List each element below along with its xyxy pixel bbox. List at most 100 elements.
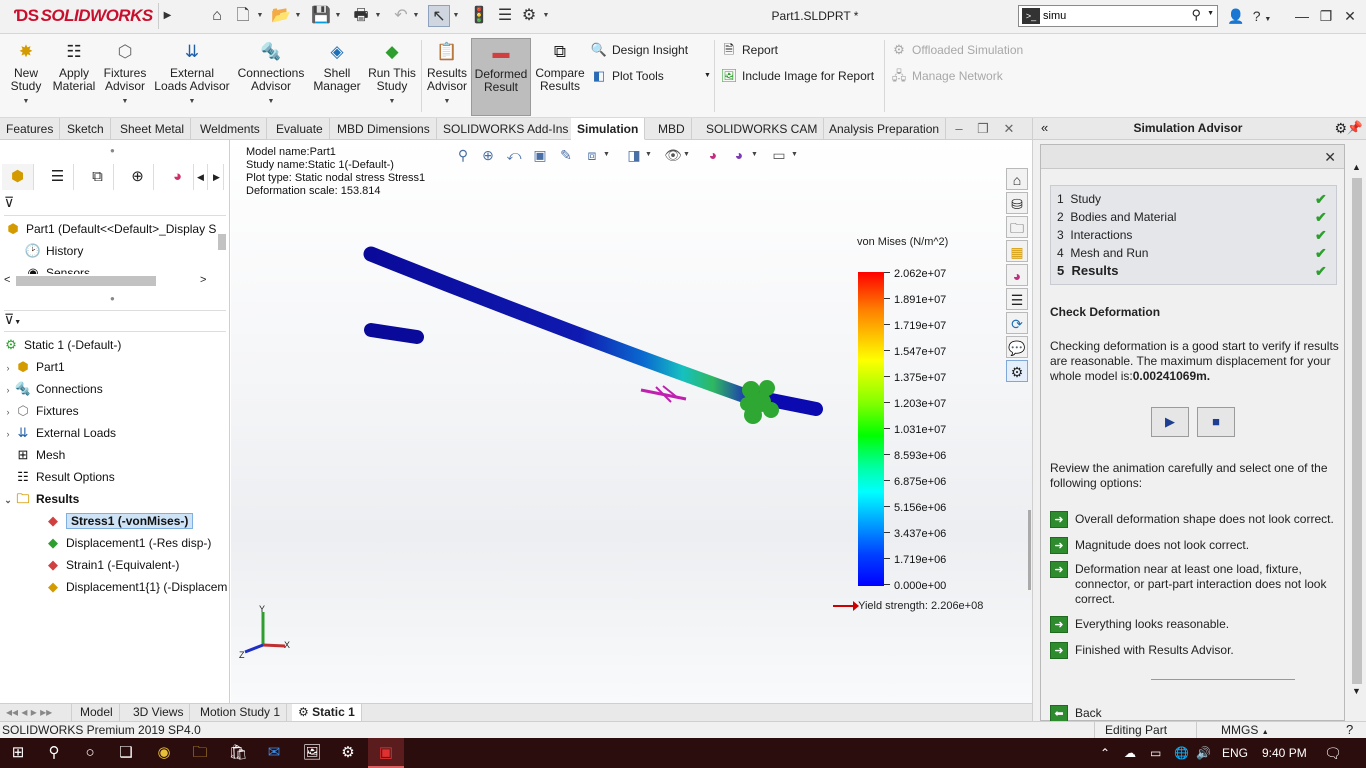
- step-study[interactable]: 1 Study ✔: [1057, 190, 1331, 208]
- advisor-scrollbar[interactable]: ▲ ▼: [1350, 162, 1364, 718]
- file-explorer-icon[interactable]: 🗀: [1006, 216, 1028, 238]
- results-advisor-button[interactable]: 📋 Results Advisor ▼: [424, 38, 470, 116]
- new-study-dropdown-icon[interactable]: ▼: [6, 95, 46, 108]
- external-loads-dropdown-icon[interactable]: ▼: [152, 95, 232, 108]
- tree-mesh[interactable]: ⊞ Mesh: [2, 444, 66, 466]
- cortana-icon[interactable]: ○: [72, 738, 108, 768]
- tab-solidworks-cam[interactable]: SOLIDWORKS CAM: [700, 118, 825, 140]
- design-library-icon[interactable]: ⛁: [1006, 192, 1028, 214]
- filter-icon[interactable]: ⊽: [4, 194, 14, 210]
- options-gear-icon[interactable]: ⚙: [518, 5, 540, 27]
- solidworks-logo[interactable]: ƊS SOLIDWORKS: [14, 6, 153, 26]
- windows-start-icon[interactable]: ⊞: [0, 738, 36, 768]
- file-properties-icon[interactable]: ☰: [494, 5, 516, 27]
- select-arrow-icon[interactable]: ↖: [428, 5, 450, 27]
- search-icon[interactable]: ⚲: [1191, 7, 1201, 23]
- feature-manager-tab-icon[interactable]: ⬢: [2, 164, 34, 190]
- search-dropdown-icon[interactable]: ▼: [1207, 10, 1214, 17]
- dimxpert-tab-icon[interactable]: ⊕: [122, 164, 154, 190]
- close-icon[interactable]: ✕: [1338, 5, 1362, 27]
- tree-scrollbar-thumb[interactable]: [218, 234, 226, 250]
- task-view-icon[interactable]: ❑: [108, 738, 144, 768]
- tree-stress1[interactable]: ◆ Stress1 (-vonMises-): [44, 510, 194, 532]
- tab-evaluate[interactable]: Evaluate: [270, 118, 330, 140]
- doc-restore-icon[interactable]: ❐: [972, 118, 994, 140]
- customize-icon[interactable]: ?: [1346, 722, 1353, 738]
- offloaded-simulation-button[interactable]: ⚙ Offloaded Simulation: [890, 40, 1023, 60]
- step-results[interactable]: 5 Results ✔: [1057, 262, 1331, 280]
- advisor-scroll-thumb[interactable]: [1352, 178, 1362, 684]
- open-folder-icon[interactable]: 📂: [270, 5, 292, 27]
- expand-icon[interactable]: ›: [2, 423, 14, 445]
- minimize-icon[interactable]: —: [1290, 5, 1314, 27]
- steam-icon[interactable]: ⚙: [330, 738, 366, 768]
- advisor-close-icon[interactable]: ✕: [1324, 149, 1336, 166]
- help-dropdown-icon[interactable]: ▼: [1264, 16, 1271, 23]
- network-icon[interactable]: 🌐: [1174, 738, 1189, 768]
- search-box[interactable]: >_ ⚲ ▼: [1018, 5, 1218, 27]
- new-document-icon[interactable]: 🗋: [232, 5, 254, 27]
- tab-static-1[interactable]: ⚙ Static 1: [292, 704, 362, 722]
- manage-network-button[interactable]: 🖧 Manage Network: [890, 66, 1003, 86]
- scroll-right-icon[interactable]: >: [200, 274, 206, 286]
- store-icon[interactable]: 🛍: [220, 738, 256, 768]
- shell-manager-button[interactable]: ◈ Shell Manager: [312, 38, 362, 116]
- play-animation-button[interactable]: ▶: [1151, 407, 1189, 437]
- chrome-icon[interactable]: ◉: [146, 738, 182, 768]
- tree-hscrollbar[interactable]: < >: [0, 272, 214, 290]
- tab-sheet-metal[interactable]: Sheet Metal: [114, 118, 192, 140]
- search-icon[interactable]: ⚲: [36, 738, 72, 768]
- undo-dropdown-icon[interactable]: ▼: [412, 5, 420, 27]
- run-study-dropdown-icon[interactable]: ▼: [366, 95, 418, 108]
- notifications-icon[interactable]: 🗨: [1324, 738, 1342, 768]
- new-dropdown-icon[interactable]: ▼: [256, 5, 264, 27]
- design-insight-button[interactable]: 🔍 Design Insight: [590, 40, 688, 60]
- resources-home-icon[interactable]: ⌂: [1006, 168, 1028, 190]
- show-hidden-icons[interactable]: ⌃: [1100, 738, 1110, 768]
- include-image-button[interactable]: 🖼 Include Image for Report: [720, 66, 874, 86]
- tree-fixtures[interactable]: › ⬡ Fixtures: [2, 400, 79, 422]
- tree-part1[interactable]: ⬢ Part1 (Default<<Default>_Display S: [4, 218, 216, 240]
- view-palette-icon[interactable]: ▦: [1006, 240, 1028, 262]
- tree-external-loads[interactable]: › ⇊ External Loads: [2, 422, 117, 445]
- stop-animation-button[interactable]: ■: [1197, 407, 1235, 437]
- deformed-beam[interactable]: [363, 246, 759, 406]
- collapse-icon[interactable]: ⌄: [2, 489, 14, 511]
- menu-expand-icon[interactable]: ▶: [158, 3, 176, 29]
- compare-results-button[interactable]: ⧉ Compare Results: [534, 38, 586, 116]
- language-indicator[interactable]: ENG: [1222, 738, 1248, 768]
- units-dropdown-icon[interactable]: ▲: [1262, 729, 1269, 736]
- tab-simulation[interactable]: Simulation: [571, 118, 646, 140]
- photos-icon[interactable]: 🖼: [294, 738, 330, 768]
- options-dropdown-icon[interactable]: ▼: [542, 5, 550, 27]
- mail-icon[interactable]: ✉: [256, 738, 292, 768]
- save-dropdown-icon[interactable]: ▼: [334, 5, 342, 27]
- tab-model[interactable]: Model: [74, 704, 120, 722]
- fixtures-advisor-button[interactable]: ⬡ Fixtures Advisor ▼: [102, 38, 148, 116]
- run-this-study-button[interactable]: ◆ Run This Study ▼: [366, 38, 418, 116]
- forum-icon[interactable]: 💬: [1006, 336, 1028, 358]
- tree-scrollbar[interactable]: [216, 230, 228, 270]
- study-filter-dropdown-icon[interactable]: ▼: [14, 319, 21, 326]
- simulation-advisor-tab-icon[interactable]: ⚙: [1006, 360, 1028, 382]
- pin-icon[interactable]: 📌: [1347, 120, 1363, 136]
- splitter-grip-icon[interactable]: ●: [110, 146, 115, 155]
- battery-icon[interactable]: ▭: [1150, 738, 1161, 768]
- tree-strain1[interactable]: ◆ Strain1 (-Equivalent-): [44, 554, 179, 576]
- home-icon[interactable]: ⌂: [206, 5, 228, 27]
- bottom-tab-scroll-icons[interactable]: ◂◂ ◂ ▸ ▸▸: [0, 704, 72, 722]
- scroll-up-icon[interactable]: ▲: [1352, 162, 1361, 172]
- tree-displacement1-1[interactable]: ◆ Displacement1{1} (-Displacem: [44, 576, 230, 598]
- appearances-icon[interactable]: ◕: [1006, 264, 1028, 286]
- print-dropdown-icon[interactable]: ▼: [374, 5, 382, 27]
- undo-icon[interactable]: ↶: [390, 5, 412, 27]
- doc-close-icon[interactable]: ✕: [998, 118, 1020, 140]
- tab-mbd-dimensions[interactable]: MBD Dimensions: [331, 118, 437, 140]
- option-finished[interactable]: ➜ Finished with Results Advisor.: [1050, 642, 1340, 662]
- model-render[interactable]: [231, 140, 1032, 703]
- display-manager-tab-icon[interactable]: ◕: [162, 164, 194, 190]
- expand-icon[interactable]: ›: [2, 357, 14, 379]
- expand-icon[interactable]: ›: [2, 401, 14, 423]
- scroll-left-icon[interactable]: <: [4, 274, 10, 286]
- solidworks-forum-icon[interactable]: ⟳: [1006, 312, 1028, 334]
